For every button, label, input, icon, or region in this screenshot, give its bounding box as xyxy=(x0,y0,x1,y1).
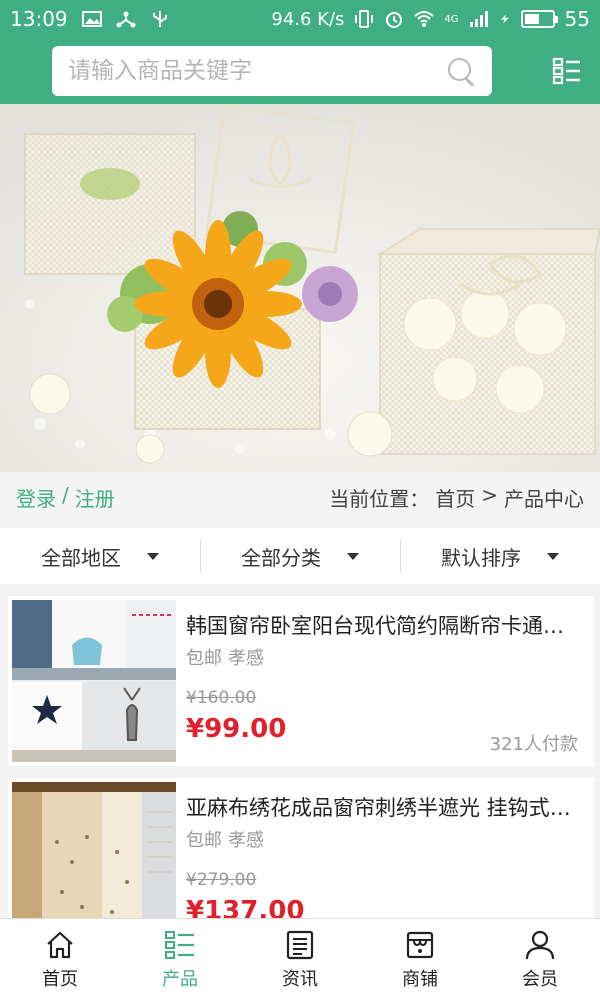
tab-products-label: 产品 xyxy=(162,968,198,990)
tab-member[interactable]: 会员 xyxy=(480,919,600,1000)
filter-sort-label: 默认排序 xyxy=(441,545,521,570)
shipping-label: 包邮 xyxy=(186,648,222,669)
header xyxy=(0,38,600,104)
breadcrumb-label: 当前位置： xyxy=(329,486,430,511)
alarm-icon xyxy=(386,12,403,28)
signal-icon xyxy=(469,11,488,27)
product-shipping: 包邮 孝感 xyxy=(186,644,264,670)
product-card[interactable]: 亚麻布绣花成品窗帘刺绣半遮光 挂钩式窗帘 包邮 孝感 ¥279.00 ¥137.… xyxy=(8,778,594,918)
tab-member-label: 会员 xyxy=(522,968,558,990)
search-input[interactable] xyxy=(68,58,446,84)
usb-icon xyxy=(152,11,167,27)
register-link[interactable]: 注册 xyxy=(75,483,115,512)
tab-shop[interactable]: 商铺 xyxy=(360,919,480,1000)
info-bar: 登录 / 注册 当前位置： 首页 > 产品中心 xyxy=(0,472,600,522)
menu-icon[interactable] xyxy=(552,56,582,86)
product-image[interactable] xyxy=(12,600,176,762)
product-name[interactable]: 亚麻布绣花成品窗帘刺绣半遮光 挂钩式窗帘 xyxy=(186,792,584,822)
filter-category[interactable]: 全部分类 xyxy=(200,528,400,584)
news-icon xyxy=(286,930,314,959)
product-location: 孝感 xyxy=(228,648,264,669)
original-price: ¥279.00 xyxy=(186,870,257,890)
filter-bar: 全部地区 全部分类 默认排序 xyxy=(0,528,600,584)
login-link[interactable]: 登录 xyxy=(16,483,56,512)
vibrate-icon xyxy=(355,10,374,28)
list-icon xyxy=(165,930,194,959)
filter-region[interactable]: 全部地区 xyxy=(0,528,200,584)
breadcrumb-current: 产品中心 xyxy=(504,486,584,511)
auth-separator: / xyxy=(62,482,69,507)
tab-shop-label: 商铺 xyxy=(402,968,438,990)
share-icon xyxy=(116,11,136,28)
auth-links: 登录 / 注册 xyxy=(16,483,115,512)
original-price: ¥160.00 xyxy=(186,688,257,708)
product-name[interactable]: 韩国窗帘卧室阳台现代简约隔断帘卡通窗帘 xyxy=(186,610,584,640)
product-shipping: 包邮 孝感 xyxy=(186,826,264,852)
sales-count: 321人付款 xyxy=(489,734,578,755)
banner-illustration xyxy=(0,104,600,472)
shipping-label: 包邮 xyxy=(186,830,222,851)
product-list: 韩国窗帘卧室阳台现代简约隔断帘卡通窗帘 包邮 孝感 ¥160.00 ¥99.00… xyxy=(0,596,600,918)
filter-sort[interactable]: 默认排序 xyxy=(400,528,600,584)
image-icon xyxy=(81,11,102,27)
tab-home-label: 首页 xyxy=(42,968,78,990)
breadcrumb: 当前位置： 首页 > 产品中心 xyxy=(329,483,584,512)
status-speed: 94.6 K/s xyxy=(271,8,345,30)
status-bar: 13:09 94.6 K/s 4G 55 xyxy=(0,0,600,38)
battery-icon xyxy=(520,10,558,28)
search-icon[interactable] xyxy=(446,56,476,86)
filter-category-label: 全部分类 xyxy=(241,545,321,570)
sale-price: ¥137.00 xyxy=(186,896,305,918)
charging-icon xyxy=(500,14,509,24)
sale-price: ¥99.00 xyxy=(186,714,287,744)
home-icon xyxy=(47,931,73,958)
product-image[interactable] xyxy=(12,782,176,918)
search-bar[interactable] xyxy=(52,46,492,96)
dropdown-arrow-icon xyxy=(347,552,359,560)
tab-news-label: 资讯 xyxy=(282,968,318,990)
dropdown-arrow-icon xyxy=(547,552,559,560)
breadcrumb-home[interactable]: 首页 xyxy=(435,483,475,512)
dropdown-arrow-icon xyxy=(147,552,159,560)
network-type: 4G xyxy=(444,13,459,25)
product-card[interactable]: 韩国窗帘卧室阳台现代简约隔断帘卡通窗帘 包邮 孝感 ¥160.00 ¥99.00… xyxy=(8,596,594,766)
filter-region-label: 全部地区 xyxy=(41,545,121,570)
status-time: 13:09 xyxy=(10,7,68,31)
shop-icon xyxy=(406,931,434,958)
tab-news[interactable]: 资讯 xyxy=(240,919,360,1000)
battery-level: 55 xyxy=(564,7,590,31)
banner-image[interactable] xyxy=(0,104,600,472)
wifi-icon xyxy=(414,11,435,27)
breadcrumb-separator: > xyxy=(481,482,498,507)
product-location: 孝感 xyxy=(228,830,264,851)
tab-home[interactable]: 首页 xyxy=(0,919,120,1000)
bottom-tab-bar: 首页 产品 资讯 商铺 会员 xyxy=(0,918,600,1000)
user-icon xyxy=(525,930,555,959)
tab-products[interactable]: 产品 xyxy=(120,919,240,1000)
